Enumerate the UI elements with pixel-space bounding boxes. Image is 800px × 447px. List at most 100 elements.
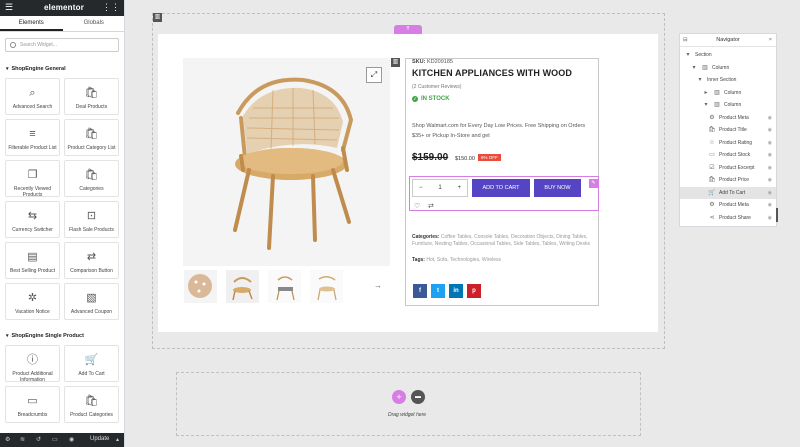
search-widget-input[interactable]: Search Widget...: [5, 38, 119, 52]
edit-pencil-icon[interactable]: ✎: [589, 179, 598, 188]
compare-icon[interactable]: ⇄: [428, 202, 434, 210]
navigator-row[interactable]: ⋖ Product Share ◉: [680, 212, 776, 224]
chevron-icon[interactable]: ▾: [696, 74, 704, 86]
navigator-row[interactable]: ⚙ Product Meta ◉: [680, 199, 776, 211]
visibility-icon[interactable]: ◉: [768, 124, 772, 136]
responsive-icon[interactable]: ▭: [52, 436, 58, 443]
visibility-icon[interactable]: ◉: [768, 112, 772, 124]
product-stock: ✓ IN STOCK: [412, 96, 450, 102]
template-library-icon[interactable]: ▬: [411, 390, 425, 404]
widget-card[interactable]: ⊡ Flash Sale Products: [64, 201, 119, 238]
facebook-share-icon[interactable]: f: [413, 284, 427, 298]
widget-card[interactable]: 🛒 Add To Cart: [64, 345, 119, 382]
buy-now-button[interactable]: BUY NOW: [534, 179, 581, 197]
chevron-up-icon[interactable]: ▴: [116, 436, 119, 443]
navigator-row[interactable]: 🛍 Product Title ◉: [680, 124, 776, 136]
update-button[interactable]: Update: [90, 436, 111, 442]
visibility-icon[interactable]: ◉: [768, 174, 772, 186]
navigator-row[interactable]: 🛒 Add To Cart ◉: [680, 186, 776, 199]
column-handle-icon[interactable]: ▥: [391, 58, 400, 67]
chevron-icon[interactable]: ▾: [690, 62, 698, 74]
pinterest-share-icon[interactable]: p: [467, 284, 481, 298]
widget-card[interactable]: ⌕ Advanced Search: [5, 78, 60, 115]
quantity-stepper[interactable]: − 1 +: [412, 179, 468, 197]
grid-icon[interactable]: ⋮⋮: [102, 3, 120, 12]
visibility-icon[interactable]: ◉: [768, 199, 772, 211]
widget-label: Recently Viewed Products: [13, 186, 52, 198]
visibility-icon[interactable]: ◉: [768, 187, 772, 199]
visibility-icon[interactable]: ◉: [768, 137, 772, 149]
product-image[interactable]: [183, 58, 390, 266]
navigator-row-label: Product Title: [719, 127, 747, 133]
collapse-all-icon[interactable]: ⊟: [683, 33, 688, 47]
navigator-row[interactable]: ▾ ▥ Column: [680, 99, 776, 111]
navigator-row[interactable]: ▾ ▥ Column: [680, 62, 776, 74]
category-shopengine-single-product[interactable]: ▾ ShopEngine Single Product: [6, 333, 84, 339]
section-handle[interactable]: ⠿: [394, 25, 422, 34]
add-section-icon[interactable]: +: [392, 390, 406, 404]
widget-card[interactable]: 🛍 Deal Products: [64, 78, 119, 115]
widget-card[interactable]: ▧ Advanced Coupon: [64, 283, 119, 320]
widget-card[interactable]: ▤ Best Selling Product: [5, 242, 60, 279]
visibility-icon[interactable]: ◉: [768, 149, 772, 161]
visibility-icon[interactable]: ◉: [768, 212, 772, 224]
hamburger-icon[interactable]: ☰: [5, 3, 13, 12]
tab-globals[interactable]: Globals: [63, 16, 125, 31]
category-shopengine-general[interactable]: ▾ ShopEngine General: [6, 66, 66, 72]
widget-card[interactable]: ✲ Vacation Notice: [5, 283, 60, 320]
linkedin-share-icon[interactable]: in: [449, 284, 463, 298]
heart-icon[interactable]: ♡: [414, 202, 420, 210]
widget-icon: ⌕: [29, 87, 36, 99]
product-reviews-link[interactable]: (2 Customer Reviews): [412, 84, 461, 90]
navigator-row[interactable]: ⚙ Product Meta ◉: [680, 112, 776, 124]
product-tags: Tags: Hot, Sofa, Technologies, Wireless: [412, 257, 501, 263]
qty-value[interactable]: 1: [438, 185, 441, 191]
add-to-cart-button[interactable]: ADD TO CART: [472, 179, 530, 197]
preview-icon[interactable]: ◉: [69, 436, 74, 443]
widget-label: Product Categories: [70, 412, 113, 418]
thumbnail-image: [232, 277, 253, 301]
chevron-icon[interactable]: ▸: [702, 87, 710, 99]
navigator-row[interactable]: ▸ ▥ Column: [680, 87, 776, 99]
thumbnail-3[interactable]: [268, 270, 301, 303]
expand-icon[interactable]: ⤢: [366, 67, 382, 83]
qty-plus-button[interactable]: +: [457, 185, 461, 191]
thumbnail-2[interactable]: [226, 270, 259, 303]
navigator-row[interactable]: ▭ Product Stock ◉: [680, 149, 776, 161]
column-handle-icon[interactable]: ▥: [153, 13, 162, 22]
navigator-scrollbar[interactable]: [776, 208, 778, 222]
widget-card[interactable]: ❐ Recently Viewed Products: [5, 160, 60, 198]
widget-card[interactable]: 🛍 Product Categories: [64, 386, 119, 423]
tags-value[interactable]: Hot, Sofa, Technologies, Wireless: [426, 257, 501, 263]
chevron-icon[interactable]: ▾: [702, 99, 710, 111]
widget-card[interactable]: ⇄ Comparison Button: [64, 242, 119, 279]
history-icon[interactable]: ↺: [36, 436, 41, 443]
navigator-row[interactable]: ▾ Inner Section: [680, 74, 776, 86]
navigator-row-label: Product Meta: [719, 114, 749, 121]
widget-card[interactable]: 🛍 Product Category List: [64, 119, 119, 156]
qty-minus-button[interactable]: −: [419, 185, 423, 191]
widget-card[interactable]: ⓘ Product Additional Information: [5, 345, 60, 383]
widget-card[interactable]: ⇆ Currency Switcher: [5, 201, 60, 238]
navigator-row[interactable]: ☑ Product Excerpt ◉: [680, 162, 776, 174]
tab-elements[interactable]: Elements: [0, 16, 63, 31]
navigator-row[interactable]: 🛍 Product Price ◉: [680, 174, 776, 186]
drop-zone[interactable]: [176, 372, 641, 436]
widget-card[interactable]: ▭ Breadcrumbs: [5, 386, 60, 423]
widget-label: Add To Cart: [78, 371, 105, 377]
settings-icon[interactable]: ⚙: [5, 436, 10, 443]
chevron-icon[interactable]: ▾: [684, 49, 692, 61]
widget-icon: ⊡: [86, 210, 97, 222]
widget-card[interactable]: 🛍 Categories: [64, 160, 119, 197]
layers-icon[interactable]: ≋: [20, 436, 25, 443]
close-icon[interactable]: ×: [769, 33, 772, 47]
widget-label: Categories: [79, 186, 104, 192]
thumbnail-1[interactable]: [184, 270, 217, 303]
navigator-row[interactable]: ▾ Section: [680, 49, 776, 61]
widget-card[interactable]: ≡ Filterable Product List: [5, 119, 60, 156]
thumbnail-4[interactable]: [310, 270, 343, 303]
visibility-icon[interactable]: ◉: [768, 162, 772, 174]
arrow-right-icon[interactable]: →: [374, 281, 382, 290]
twitter-share-icon[interactable]: t: [431, 284, 445, 298]
navigator-row[interactable]: ☆ Product Rating ◉: [680, 137, 776, 149]
